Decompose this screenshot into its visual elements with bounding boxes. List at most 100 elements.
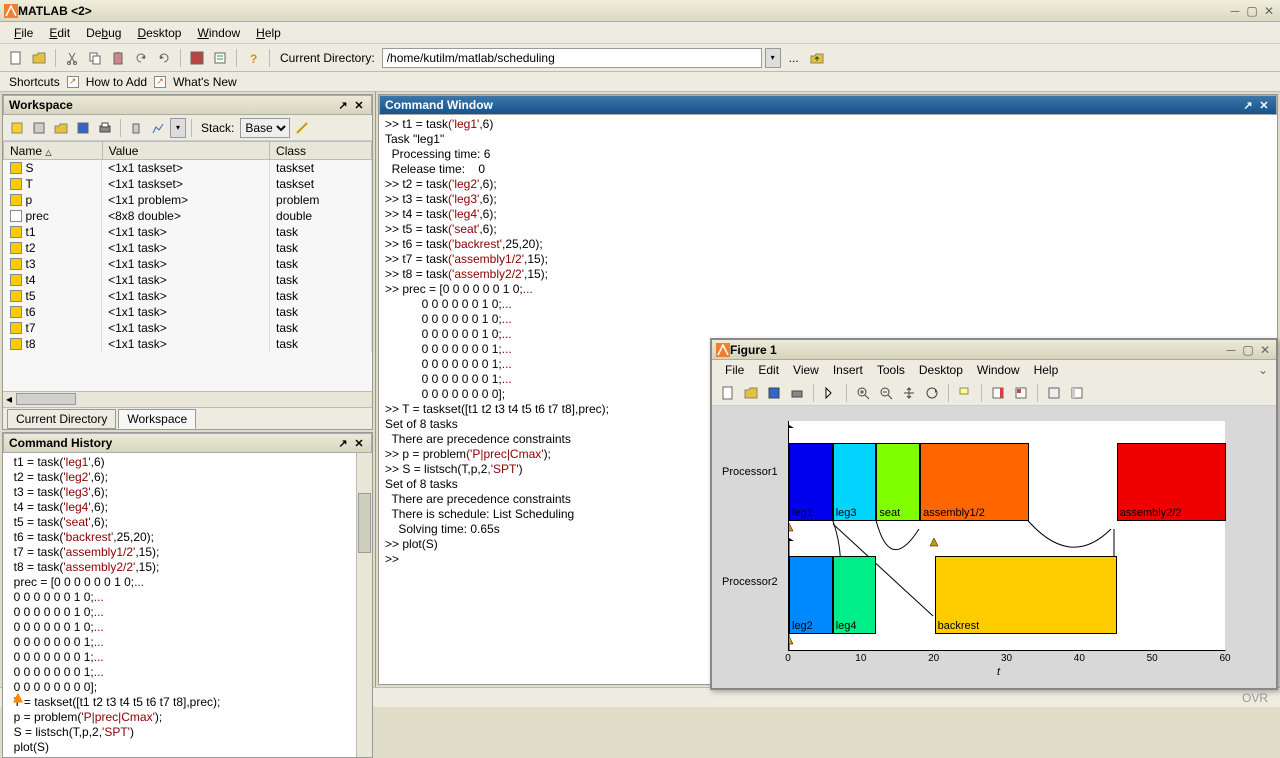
history-line[interactable]: t8 = task('assembly2/2',15); [7, 560, 368, 575]
workspace-row[interactable]: p<1x1 problem>problem [4, 192, 372, 208]
workspace-row[interactable]: t6<1x1 task>task [4, 304, 372, 320]
fig-show-tools[interactable] [1067, 383, 1087, 403]
history-line[interactable]: t7 = task('assembly1/2',15); [7, 545, 368, 560]
tab-current-directory[interactable]: Current Directory [7, 409, 116, 429]
menu-desktop[interactable]: Desktop [129, 24, 189, 42]
paste-button[interactable] [108, 48, 128, 68]
history-line[interactable]: t1 = task('leg1',6) [7, 455, 368, 470]
fig-menu-chevron[interactable]: ⌄ [1256, 363, 1270, 377]
fig-zoomout[interactable] [876, 383, 896, 403]
history-line[interactable]: 0 0 0 0 0 0 0 1;... [7, 635, 368, 650]
history-line[interactable]: 0 0 0 0 0 0 0 1;... [7, 665, 368, 680]
fig-legend[interactable] [1011, 383, 1031, 403]
workspace-row[interactable]: t3<1x1 task>task [4, 256, 372, 272]
workspace-hscroll[interactable]: ◂ [3, 391, 372, 407]
fig-maximize[interactable]: ▢ [1241, 343, 1255, 357]
fig-menu-window[interactable]: Window [970, 361, 1027, 379]
fig-menu-edit[interactable]: Edit [751, 361, 786, 379]
menu-edit[interactable]: Edit [41, 24, 78, 42]
whatsnew-link[interactable]: What's New [170, 75, 240, 89]
fig-minimize[interactable]: ─ [1224, 343, 1238, 357]
history-line[interactable]: 0 0 0 0 0 0 1 0;... [7, 605, 368, 620]
col-class[interactable]: Class [270, 142, 372, 160]
close-pane-button[interactable]: ✕ [352, 436, 366, 450]
fig-new[interactable] [718, 383, 738, 403]
print-button[interactable] [95, 118, 115, 138]
new-file-button[interactable] [6, 48, 26, 68]
history-line[interactable]: S = listsch(T,p,2,'SPT') [7, 725, 368, 740]
close-pane-button[interactable]: ✕ [1257, 98, 1271, 112]
fig-print[interactable] [787, 383, 807, 403]
fig-datacursor[interactable] [955, 383, 975, 403]
fig-hide-tools[interactable] [1044, 383, 1064, 403]
fig-zoomin[interactable] [853, 383, 873, 403]
history-line[interactable]: t2 = task('leg2',6); [7, 470, 368, 485]
new-var-button[interactable] [7, 118, 27, 138]
browse-button[interactable]: ... [784, 48, 804, 68]
delete-button[interactable] [126, 118, 146, 138]
fig-save[interactable] [764, 383, 784, 403]
history-line[interactable]: plot(S) [7, 740, 368, 755]
help-button[interactable]: ? [243, 48, 263, 68]
fig-menu-help[interactable]: Help [1027, 361, 1066, 379]
col-value[interactable]: Value [102, 142, 269, 160]
fig-menu-view[interactable]: View [786, 361, 826, 379]
fig-close[interactable]: ✕ [1258, 343, 1272, 357]
copy-button[interactable] [85, 48, 105, 68]
up-folder-button[interactable] [807, 48, 827, 68]
plot-dropdown[interactable]: ▾ [170, 118, 186, 138]
workspace-row[interactable]: t8<1x1 task>task [4, 336, 372, 352]
save-ws-button[interactable] [73, 118, 93, 138]
import-button[interactable] [51, 118, 71, 138]
redo-button[interactable] [154, 48, 174, 68]
fig-pan[interactable] [899, 383, 919, 403]
workspace-row[interactable]: t4<1x1 task>task [4, 272, 372, 288]
history-line[interactable]: 0 0 0 0 0 0 1 0;... [7, 590, 368, 605]
fig-menu-insert[interactable]: Insert [826, 361, 870, 379]
undock-button[interactable]: ↗ [336, 98, 350, 112]
fig-open[interactable] [741, 383, 761, 403]
guide-button[interactable] [210, 48, 230, 68]
howto-link[interactable]: How to Add [83, 75, 150, 89]
workspace-row[interactable]: T<1x1 taskset>taskset [4, 176, 372, 192]
history-line[interactable]: t6 = task('backrest',25,20); [7, 530, 368, 545]
fig-menu-tools[interactable]: Tools [870, 361, 912, 379]
col-name[interactable]: Name △ [4, 142, 103, 160]
cut-button[interactable] [62, 48, 82, 68]
close-button[interactable]: ✕ [1262, 4, 1276, 18]
close-pane-button[interactable]: ✕ [352, 98, 366, 112]
menu-help[interactable]: Help [248, 24, 289, 42]
undo-button[interactable] [131, 48, 151, 68]
curdir-input[interactable] [382, 48, 762, 68]
history-line[interactable]: 0 0 0 0 0 0 1 0;... [7, 620, 368, 635]
history-line[interactable]: 0 0 0 0 0 0 0 1;... [7, 650, 368, 665]
history-line[interactable]: t3 = task('leg3',6); [7, 485, 368, 500]
history-line[interactable]: 0 0 0 0 0 0 0 0]; [7, 680, 368, 695]
menu-window[interactable]: Window [189, 24, 248, 42]
menu-debug[interactable]: Debug [78, 24, 129, 42]
fig-colorbar[interactable] [988, 383, 1008, 403]
workspace-row[interactable]: t5<1x1 task>task [4, 288, 372, 304]
history-body[interactable]: t1 = task('leg1',6) t2 = task('leg2',6);… [3, 453, 372, 757]
fig-edit[interactable] [820, 383, 840, 403]
minimize-button[interactable]: ─ [1228, 4, 1242, 18]
stack-icon[interactable] [292, 118, 312, 138]
undock-button[interactable]: ↗ [1241, 98, 1255, 112]
undock-button[interactable]: ↗ [336, 436, 350, 450]
history-scrollbar[interactable] [356, 453, 372, 757]
workspace-row[interactable]: t7<1x1 task>task [4, 320, 372, 336]
stack-select[interactable]: Base [240, 118, 290, 138]
workspace-row[interactable]: t2<1x1 task>task [4, 240, 372, 256]
workspace-row[interactable]: t1<1x1 task>task [4, 224, 372, 240]
simulink-button[interactable] [187, 48, 207, 68]
history-line[interactable]: prec = [0 0 0 0 0 0 1 0;... [7, 575, 368, 590]
history-line[interactable]: t4 = task('leg4',6); [7, 500, 368, 515]
maximize-button[interactable]: ▢ [1245, 4, 1259, 18]
fig-menu-file[interactable]: File [718, 361, 751, 379]
fig-menu-desktop[interactable]: Desktop [912, 361, 970, 379]
plot-button[interactable] [148, 118, 168, 138]
open-file-button[interactable] [29, 48, 49, 68]
workspace-row[interactable]: S<1x1 taskset>taskset [4, 160, 372, 177]
fig-rotate[interactable] [922, 383, 942, 403]
menu-file[interactable]: File [6, 24, 41, 42]
